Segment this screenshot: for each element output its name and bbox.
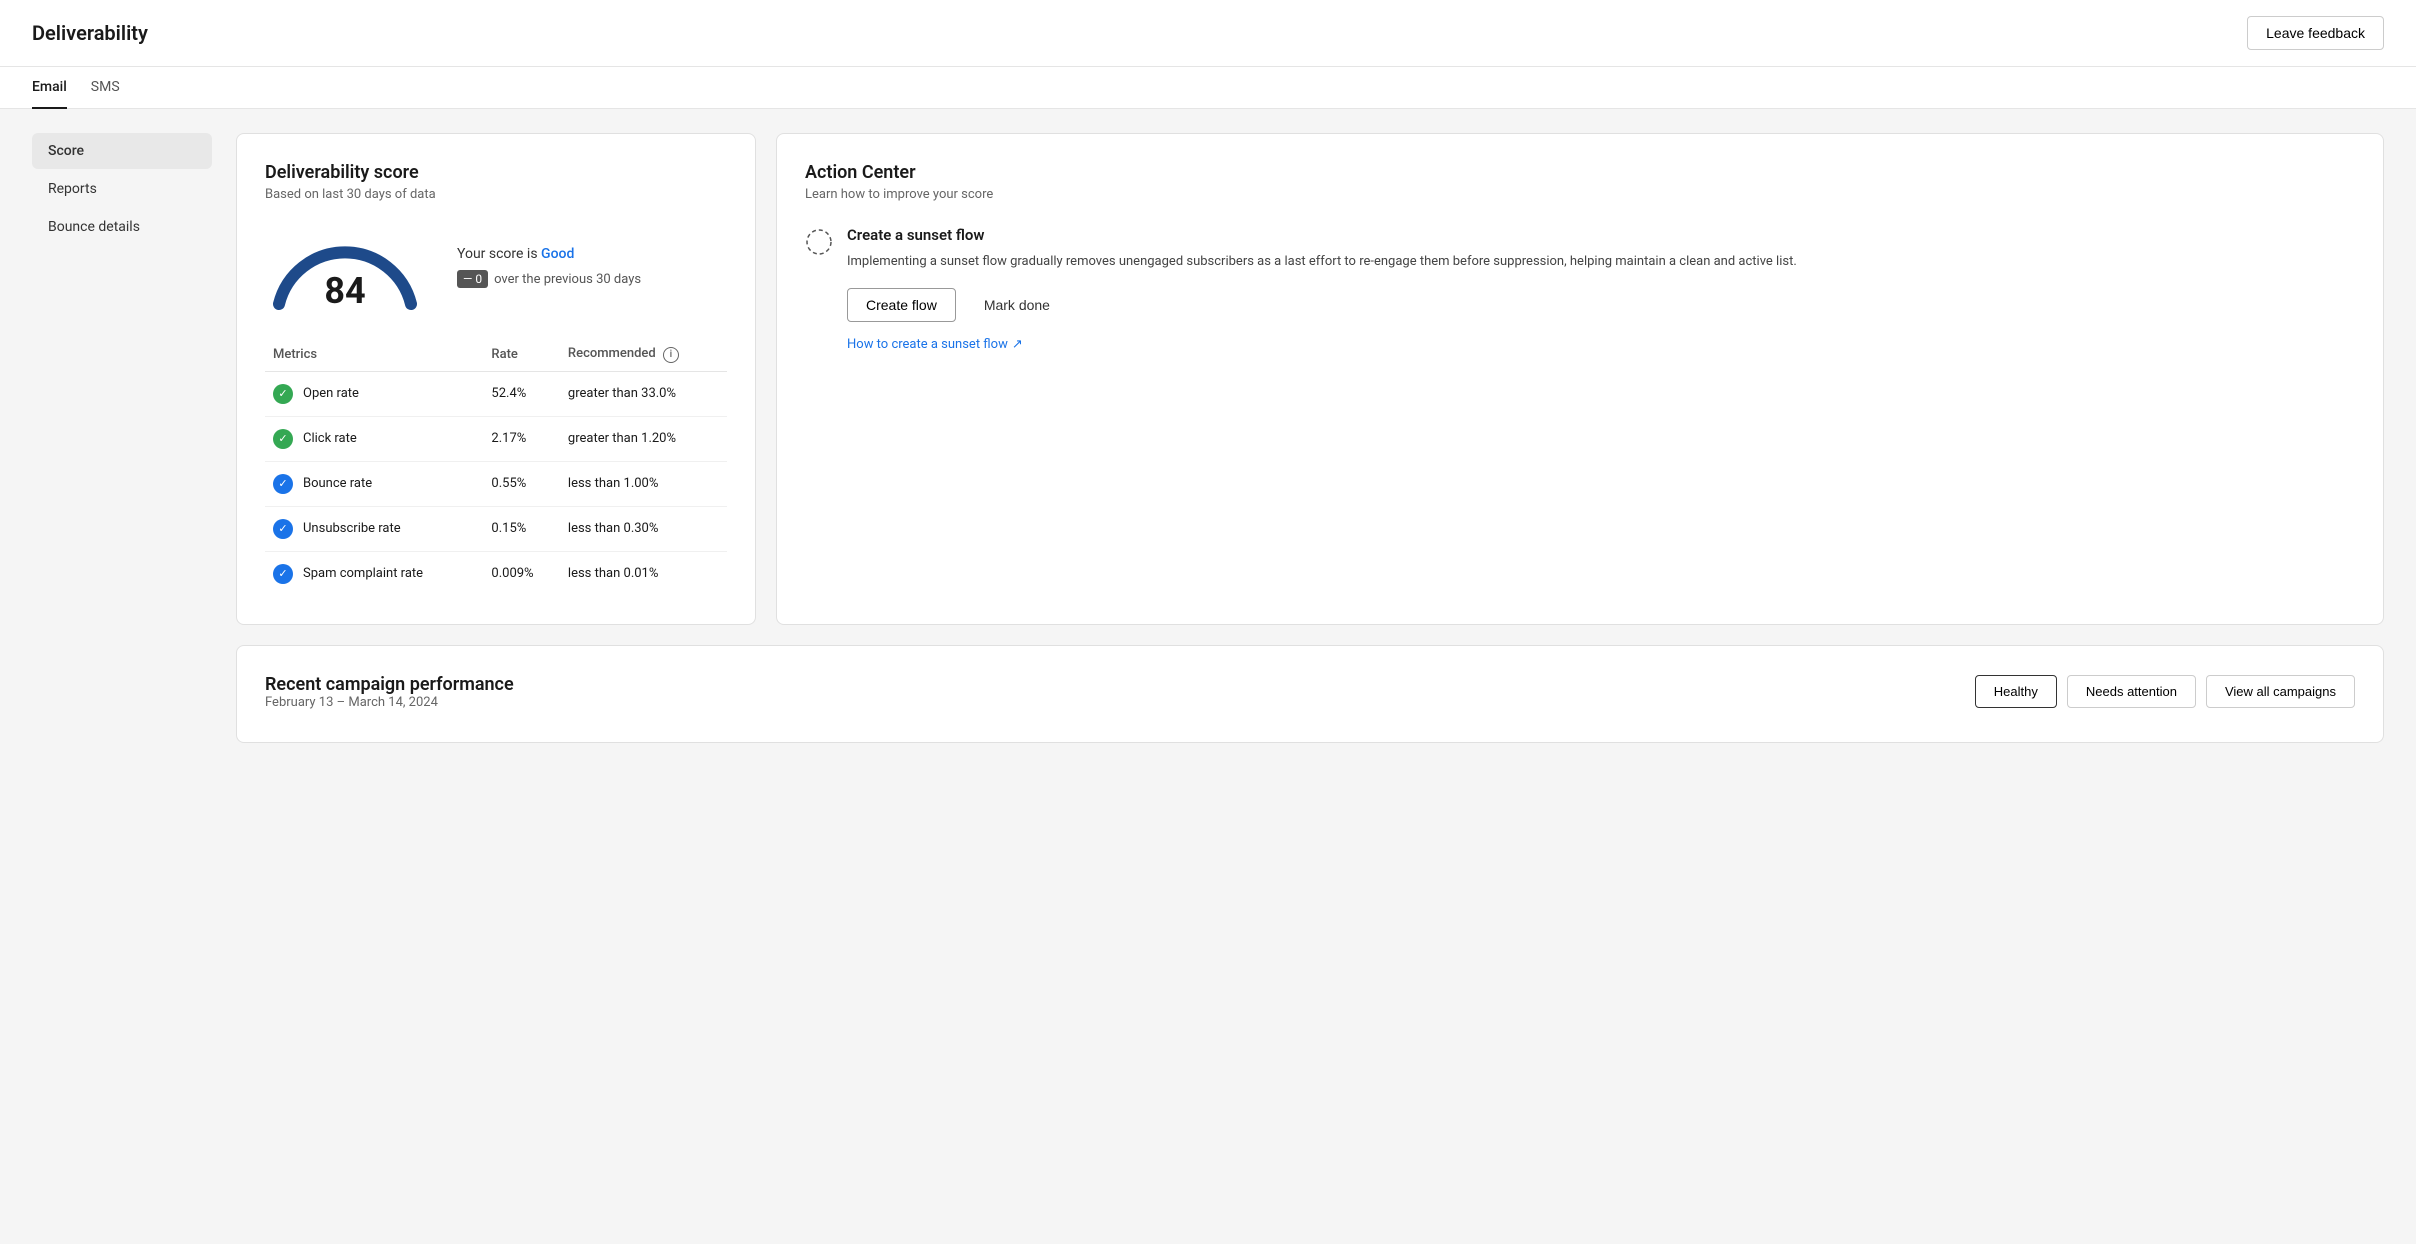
metric-recommended: greater than 33.0% <box>560 371 727 416</box>
table-row: ✓ Click rate 2.17% greater than 1.20% <box>265 416 727 461</box>
metric-name: Bounce rate <box>303 476 372 491</box>
tab-sms[interactable]: SMS <box>91 67 120 109</box>
metric-name-cell: ✓ Unsubscribe rate <box>265 506 483 551</box>
table-row: ✓ Spam complaint rate 0.009% less than 0… <box>265 551 727 596</box>
score-change: — 0 over the previous 30 days <box>457 270 641 288</box>
metric-name-cell: ✓ Click rate <box>265 416 483 461</box>
action-content: Create a sunset flow Implementing a suns… <box>847 226 1797 352</box>
metric-name: Unsubscribe rate <box>303 521 401 536</box>
tab-email[interactable]: Email <box>32 67 67 109</box>
score-card: Deliverability score Based on last 30 da… <box>236 133 756 625</box>
status-icon: ✓ <box>273 519 293 539</box>
content-area: Deliverability score Based on last 30 da… <box>236 133 2384 743</box>
action-item-title: Create a sunset flow <box>847 226 1797 244</box>
metric-name-cell: ✓ Open rate <box>265 371 483 416</box>
top-row: Deliverability score Based on last 30 da… <box>236 133 2384 625</box>
metric-rate: 0.15% <box>483 506 560 551</box>
campaign-actions: Healthy Needs attention View all campaig… <box>1975 675 2355 708</box>
metric-name: Click rate <box>303 431 357 446</box>
score-label: Your score is Good <box>457 246 641 262</box>
metric-name-cell: ✓ Bounce rate <box>265 461 483 506</box>
sidebar-item-reports[interactable]: Reports <box>32 171 212 207</box>
metric-recommended: less than 0.30% <box>560 506 727 551</box>
sidebar: Score Reports Bounce details <box>32 133 212 743</box>
gauge-container: 84 <box>265 222 425 312</box>
score-info: Your score is Good — 0 over the previous… <box>457 246 641 288</box>
view-all-campaigns-button[interactable]: View all campaigns <box>2206 675 2355 708</box>
score-quality: Good <box>541 246 574 262</box>
external-link-icon: ↗ <box>1012 337 1023 352</box>
table-row: ✓ Bounce rate 0.55% less than 1.00% <box>265 461 727 506</box>
sidebar-item-score[interactable]: Score <box>32 133 212 169</box>
healthy-button[interactable]: Healthy <box>1975 675 2057 708</box>
page-title: Deliverability <box>32 21 148 45</box>
action-center-title: Action Center <box>805 162 2355 183</box>
main-layout: Score Reports Bounce details Deliverabil… <box>0 109 2416 767</box>
sidebar-item-bounce-details[interactable]: Bounce details <box>32 209 212 245</box>
create-flow-button[interactable]: Create flow <box>847 288 956 322</box>
status-icon: ✓ <box>273 564 293 584</box>
score-card-subtitle: Based on last 30 days of data <box>265 187 727 202</box>
gauge-section: 84 Your score is Good — 0 over the previ… <box>265 222 727 312</box>
status-icon: ✓ <box>273 429 293 449</box>
action-center-card: Action Center Learn how to improve your … <box>776 133 2384 625</box>
col-rate: Rate <box>483 340 560 371</box>
action-item-sunset: Create a sunset flow Implementing a suns… <box>805 226 2355 352</box>
col-metrics: Metrics <box>265 340 483 371</box>
leave-feedback-button[interactable]: Leave feedback <box>2247 16 2384 50</box>
status-icon: ✓ <box>273 474 293 494</box>
metric-name-cell: ✓ Spam complaint rate <box>265 551 483 596</box>
metrics-table: Metrics Rate Recommended i ✓ Open rate <box>265 340 727 596</box>
col-recommended: Recommended i <box>560 340 727 371</box>
metric-rate: 0.009% <box>483 551 560 596</box>
tab-bar: Email SMS <box>0 67 2416 109</box>
metric-recommended: less than 1.00% <box>560 461 727 506</box>
campaign-title: Recent campaign performance <box>265 674 514 695</box>
campaign-title-area: Recent campaign performance February 13 … <box>265 674 514 710</box>
metric-rate: 0.55% <box>483 461 560 506</box>
table-row: ✓ Unsubscribe rate 0.15% less than 0.30% <box>265 506 727 551</box>
score-card-title: Deliverability score <box>265 162 727 183</box>
status-icon: ✓ <box>273 384 293 404</box>
recommended-info-icon[interactable]: i <box>663 347 679 363</box>
action-item-desc: Implementing a sunset flow gradually rem… <box>847 252 1797 272</box>
sunset-flow-icon <box>805 228 833 256</box>
campaign-header: Recent campaign performance February 13 … <box>265 674 2355 710</box>
metric-name: Open rate <box>303 386 359 401</box>
metric-rate: 2.17% <box>483 416 560 461</box>
campaign-subtitle: February 13 – March 14, 2024 <box>265 695 514 710</box>
gauge-score: 84 <box>324 270 365 312</box>
app-header: Deliverability Leave feedback <box>0 0 2416 67</box>
action-buttons: Create flow Mark done <box>847 288 1797 322</box>
how-to-link[interactable]: How to create a sunset flow ↗ <box>847 337 1023 352</box>
campaign-performance-card: Recent campaign performance February 13 … <box>236 645 2384 743</box>
score-dash: — 0 <box>457 270 488 288</box>
needs-attention-button[interactable]: Needs attention <box>2067 675 2196 708</box>
table-row: ✓ Open rate 52.4% greater than 33.0% <box>265 371 727 416</box>
mark-done-button[interactable]: Mark done <box>966 288 1068 322</box>
metric-recommended: less than 0.01% <box>560 551 727 596</box>
metric-name: Spam complaint rate <box>303 566 423 581</box>
action-center-subtitle: Learn how to improve your score <box>805 187 2355 202</box>
metric-rate: 52.4% <box>483 371 560 416</box>
metric-recommended: greater than 1.20% <box>560 416 727 461</box>
